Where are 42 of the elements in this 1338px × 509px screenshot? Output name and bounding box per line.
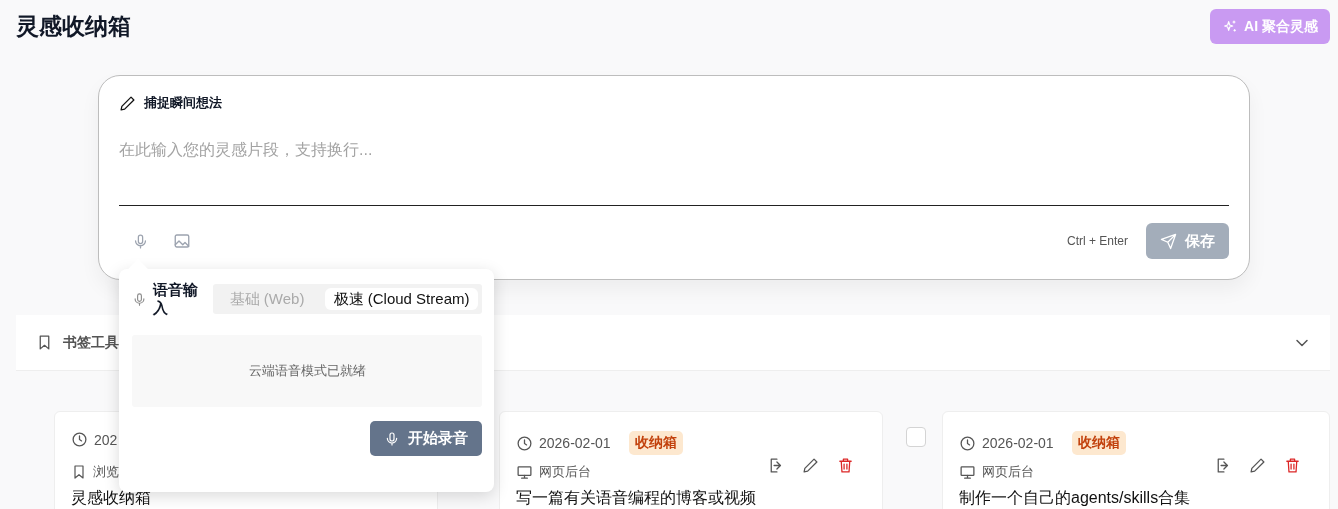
card-source: 网页后台 xyxy=(539,463,591,481)
status-tag: 收纳箱 xyxy=(1071,431,1126,455)
clock-icon xyxy=(959,434,976,452)
card-source: 浏览 xyxy=(93,463,119,481)
status-tag: 收纳箱 xyxy=(628,431,683,455)
card-date: 2026-02-01 xyxy=(982,435,1054,451)
clock-icon xyxy=(516,434,533,452)
start-recording-button[interactable]: 开始录音 xyxy=(370,421,482,456)
card-date: 2026-02-01 xyxy=(539,435,611,451)
card-title: 制作一个自己的agents/skills合集 xyxy=(959,489,1192,507)
card-date: 202 xyxy=(94,431,118,448)
shortcut-hint: Ctrl + Enter xyxy=(1066,234,1128,248)
composer-card[interactable]: 捕捉瞬间想法 在此输入您的灵感片段，支持换行... Ctrl + Enter 保存 xyxy=(98,75,1250,280)
edit-button[interactable] xyxy=(802,457,819,474)
composer-label: 捕捉瞬间想法 xyxy=(144,94,222,112)
delete-button[interactable] xyxy=(837,457,854,474)
popover-title: 语音输入 xyxy=(153,281,199,317)
delete-button[interactable] xyxy=(1284,457,1301,474)
page-title: 灵感收纳箱 xyxy=(16,12,131,41)
mode-tab[interactable]: 极速 (Cloud Stream) xyxy=(325,288,478,310)
card-title: 写一篇有关语音编程的博客或视频 xyxy=(516,489,757,507)
status-text: 云端语音模式已就绪 xyxy=(248,362,366,380)
edit-button[interactable] xyxy=(1249,457,1266,474)
card-source: 网页后台 xyxy=(982,463,1034,481)
microphone-icon xyxy=(384,430,400,447)
bookmark-bar-label: 书签工具 xyxy=(63,333,119,352)
bookmark-icon xyxy=(71,464,87,480)
pencil-icon xyxy=(802,457,819,474)
pencil-icon xyxy=(1249,457,1266,474)
monitor-icon xyxy=(516,463,533,481)
trash-icon xyxy=(1284,457,1301,474)
card-checkbox[interactable] xyxy=(906,427,926,447)
sparkle-icon xyxy=(1222,18,1239,35)
card-title: 灵感收纳箱 xyxy=(71,489,152,507)
microphone-icon xyxy=(132,232,149,250)
trash-icon xyxy=(837,457,854,474)
image-icon xyxy=(173,232,191,250)
pencil-icon xyxy=(119,94,136,112)
send-icon xyxy=(1160,232,1177,250)
clock-icon xyxy=(71,431,88,448)
microphone-icon xyxy=(132,291,147,307)
monitor-icon xyxy=(959,463,976,481)
